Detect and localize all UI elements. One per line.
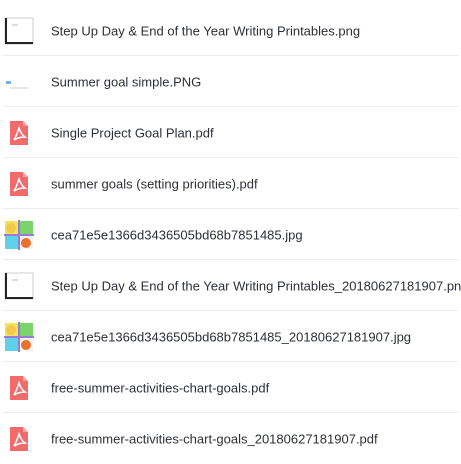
file-row[interactable]: cea71e5e1366d3436505bd68b7851485.jpg — [0, 209, 461, 260]
file-list: Step Up Day & End of the Year Writing Pr… — [0, 0, 461, 459]
file-row[interactable]: Summer goal simple.PNG — [0, 56, 461, 107]
file-name: Summer goal simple.PNG — [51, 74, 202, 89]
jpg-thumbnail-icon — [4, 219, 34, 250]
file-row[interactable]: summer goals (setting priorities).pdf — [0, 158, 461, 209]
file-row[interactable]: cea71e5e1366d3436505bd68b7851485_2018062… — [0, 311, 461, 362]
pdf-icon — [4, 373, 34, 403]
file-row[interactable]: Step Up Day & End of the Year Writing Pr… — [0, 260, 461, 311]
png-thumbnail-icon — [4, 271, 34, 301]
file-name: summer goals (setting priorities).pdf — [51, 176, 258, 191]
file-row[interactable]: Single Project Goal Plan.pdf — [0, 107, 461, 158]
file-name: cea71e5e1366d3436505bd68b7851485.jpg — [51, 227, 303, 242]
pdf-icon — [4, 424, 34, 454]
file-row[interactable]: Step Up Day & End of the Year Writing Pr… — [0, 5, 461, 56]
file-name: free-summer-activities-chart-goals.pdf — [51, 380, 270, 395]
jpg-thumbnail-icon — [4, 321, 34, 352]
file-row[interactable]: free-summer-activities-chart-goals.pdf — [0, 362, 461, 413]
file-name: free-summer-activities-chart-goals_20180… — [51, 431, 378, 446]
file-name: Single Project Goal Plan.pdf — [51, 125, 214, 140]
pdf-icon — [4, 118, 34, 148]
png-thumbnail-icon — [4, 16, 34, 46]
pdf-icon — [4, 169, 34, 199]
file-name: Step Up Day & End of the Year Writing Pr… — [51, 23, 361, 38]
file-row[interactable]: free-summer-activities-chart-goals_20180… — [0, 413, 461, 464]
file-name: Step Up Day & End of the Year Writing Pr… — [51, 278, 461, 293]
file-name: cea71e5e1366d3436505bd68b7851485_2018062… — [51, 329, 412, 344]
png-thumbnail-icon — [4, 67, 34, 97]
